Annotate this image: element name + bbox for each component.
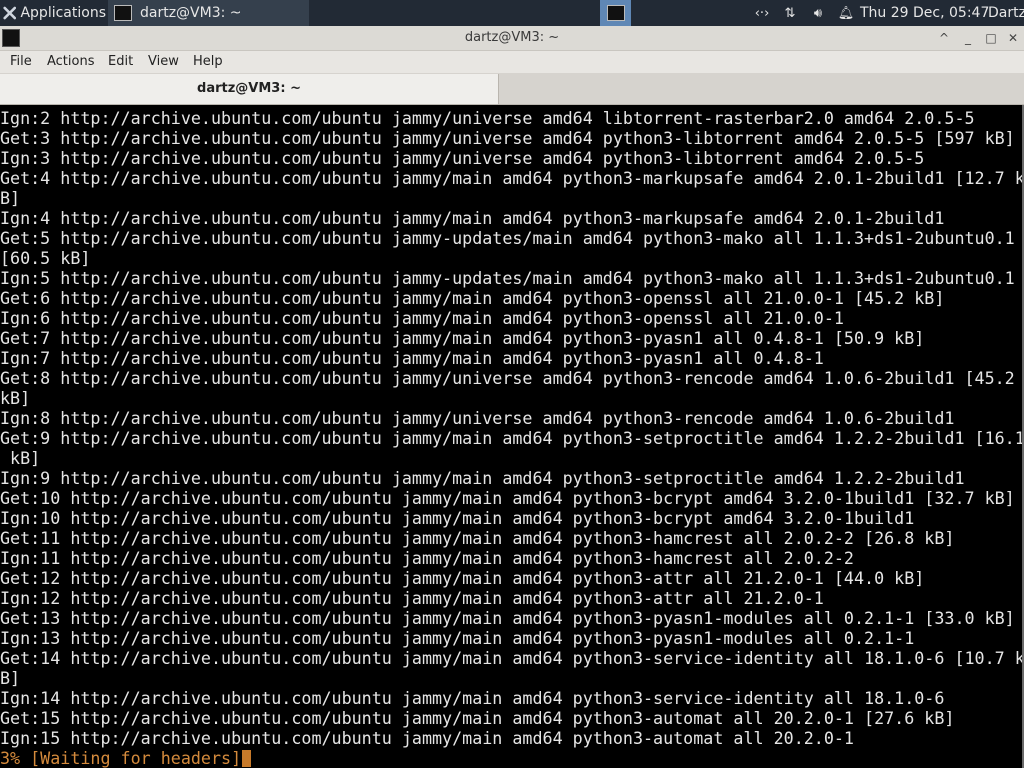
terminal-line: Ign:2 http://archive.ubuntu.com/ubuntu j… — [0, 108, 975, 128]
menu-bar: File Actions Edit View Help — [0, 51, 1024, 73]
terminal-line: Get:10 http://archive.ubuntu.com/ubuntu … — [0, 488, 1015, 508]
terminal-line: Get:3 http://archive.ubuntu.com/ubuntu j… — [0, 128, 1015, 148]
taskbar-label: dartz@VM3: ~ — [140, 5, 242, 21]
maximize-button[interactable]: □ — [981, 28, 1001, 48]
terminal-line: Ign:10 http://archive.ubuntu.com/ubuntu … — [0, 508, 915, 528]
menu-help[interactable]: Help — [193, 54, 223, 69]
terminal-line: Ign:4 http://archive.ubuntu.com/ubuntu j… — [0, 208, 945, 228]
applications-label: Applications — [20, 5, 106, 21]
system-tray: ‹·› ⇅ 🔊︎ 🔔︎ — [748, 0, 868, 26]
workspace-switcher[interactable] — [600, 0, 631, 26]
taskbar-button-terminal[interactable]: dartz@VM3: ~ — [108, 0, 309, 26]
terminal-line: Get:9 http://archive.ubuntu.com/ubuntu j… — [0, 428, 1024, 448]
terminal-lines: Ign:2 http://archive.ubuntu.com/ubuntu j… — [0, 108, 1022, 768]
terminal-line: Ign:14 http://archive.ubuntu.com/ubuntu … — [0, 688, 945, 708]
terminal-line: Ign:7 http://archive.ubuntu.com/ubuntu j… — [0, 348, 824, 368]
terminal-line: Ign:12 http://archive.ubuntu.com/ubuntu … — [0, 588, 824, 608]
minimize-button[interactable]: _ — [958, 28, 978, 48]
menu-edit[interactable]: Edit — [108, 54, 133, 69]
window-titlebar[interactable]: dartz@VM3: ~ ^ _ □ ✕ — [0, 26, 1024, 51]
terminal-icon — [114, 5, 132, 21]
terminal-cursor — [242, 750, 252, 767]
terminal-line: Get:6 http://archive.ubuntu.com/ubuntu j… — [0, 288, 945, 308]
terminal-line: Ign:15 http://archive.ubuntu.com/ubuntu … — [0, 728, 854, 748]
terminal-line: Ign:13 http://archive.ubuntu.com/ubuntu … — [0, 628, 915, 648]
workspace-terminal-icon — [606, 5, 625, 21]
menu-actions[interactable]: Actions — [47, 54, 95, 69]
terminal-line: Get:11 http://archive.ubuntu.com/ubuntu … — [0, 528, 955, 548]
terminal-status-line: 3% [Waiting for headers] — [0, 748, 1022, 768]
network-share-icon[interactable]: ‹·› — [748, 6, 776, 21]
window-title: dartz@VM3: ~ — [464, 30, 560, 45]
xfce-logo-icon — [3, 6, 17, 20]
menu-view[interactable]: View — [148, 54, 179, 69]
terminal-line: Get:14 http://archive.ubuntu.com/ubuntu … — [0, 648, 1024, 668]
progress-status-text: 3% [Waiting for headers] — [0, 748, 242, 768]
terminal-line: Get:7 http://archive.ubuntu.com/ubuntu j… — [0, 328, 925, 348]
terminal-line: [60.5 kB] — [0, 248, 91, 268]
notification-bell-icon[interactable]: 🔔︎ — [832, 6, 860, 21]
terminal-line: kB] — [0, 448, 41, 468]
clock[interactable]: Thu 29 Dec, 05:47 — [860, 0, 989, 26]
terminal-line: B] — [0, 188, 21, 208]
terminal-line: Ign:6 http://archive.ubuntu.com/ubuntu j… — [0, 308, 844, 328]
tab-bar: dartz@VM3: ~ — [0, 73, 1024, 105]
user-menu[interactable]: Dartz — [988, 0, 1024, 26]
applications-menu[interactable]: Applications — [0, 0, 106, 26]
volume-icon[interactable]: 🔊︎ — [804, 6, 832, 21]
network-transfer-icon[interactable]: ⇅ — [776, 6, 804, 21]
terminal-output[interactable]: Ign:2 http://archive.ubuntu.com/ubuntu j… — [0, 105, 1024, 768]
terminal-line: Get:8 http://archive.ubuntu.com/ubuntu j… — [0, 368, 1015, 388]
shade-button[interactable]: ^ — [934, 28, 954, 48]
terminal-line: Ign:11 http://archive.ubuntu.com/ubuntu … — [0, 548, 854, 568]
menu-file[interactable]: File — [10, 54, 32, 69]
terminal-line: kB] — [0, 388, 31, 408]
terminal-line: Ign:8 http://archive.ubuntu.com/ubuntu j… — [0, 408, 955, 428]
terminal-line: Ign:3 http://archive.ubuntu.com/ubuntu j… — [0, 148, 925, 168]
terminal-line: Ign:9 http://archive.ubuntu.com/ubuntu j… — [0, 468, 965, 488]
terminal-line: Get:15 http://archive.ubuntu.com/ubuntu … — [0, 708, 955, 728]
terminal-line: Ign:5 http://archive.ubuntu.com/ubuntu j… — [0, 268, 1015, 288]
terminal-line: Get:12 http://archive.ubuntu.com/ubuntu … — [0, 568, 925, 588]
top-panel: Applications dartz@VM3: ~ ‹·› ⇅ 🔊︎ 🔔︎ Th… — [0, 0, 1024, 26]
terminal-line: Get:4 http://archive.ubuntu.com/ubuntu j… — [0, 168, 1024, 188]
close-button[interactable]: ✕ — [1003, 28, 1023, 48]
terminal-line: B] — [0, 668, 21, 688]
tab-terminal[interactable]: dartz@VM3: ~ — [0, 74, 499, 104]
terminal-line: Get:13 http://archive.ubuntu.com/ubuntu … — [0, 608, 1015, 628]
terminal-line: Get:5 http://archive.ubuntu.com/ubuntu j… — [0, 228, 1015, 248]
